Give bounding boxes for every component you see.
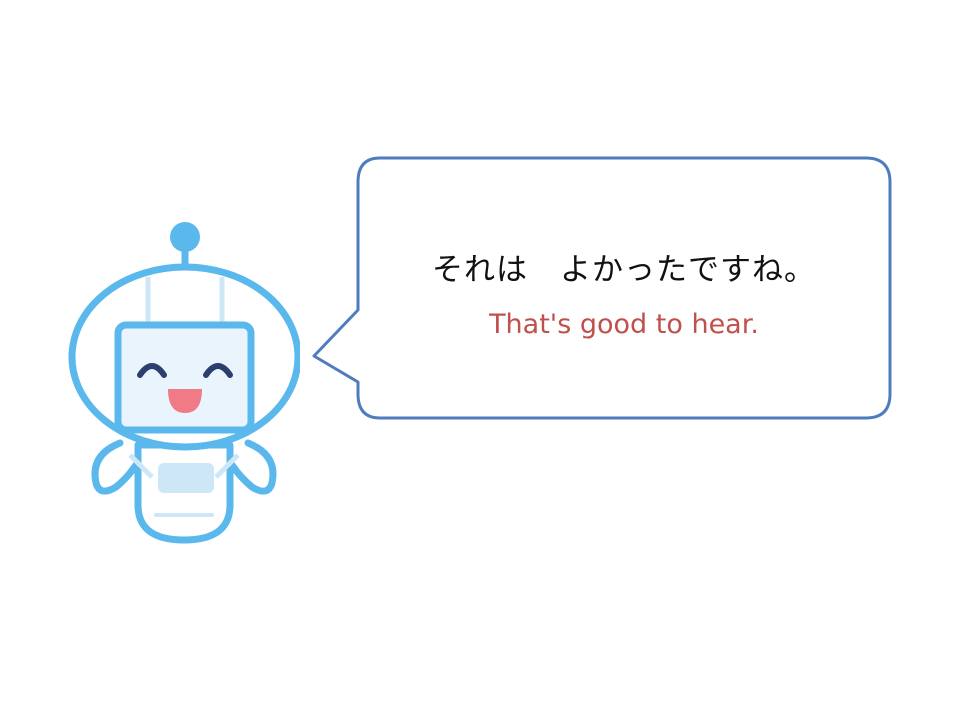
- japanese-text: それは よかったですね。: [432, 252, 816, 288]
- speech-bubble-content: それは よかったですね。 That's good to hear.: [358, 160, 890, 418]
- robot-character-icon: [68, 222, 300, 544]
- english-translation: That's good to hear.: [489, 309, 759, 340]
- slide: それは よかったですね。 That's good to hear.: [0, 0, 960, 720]
